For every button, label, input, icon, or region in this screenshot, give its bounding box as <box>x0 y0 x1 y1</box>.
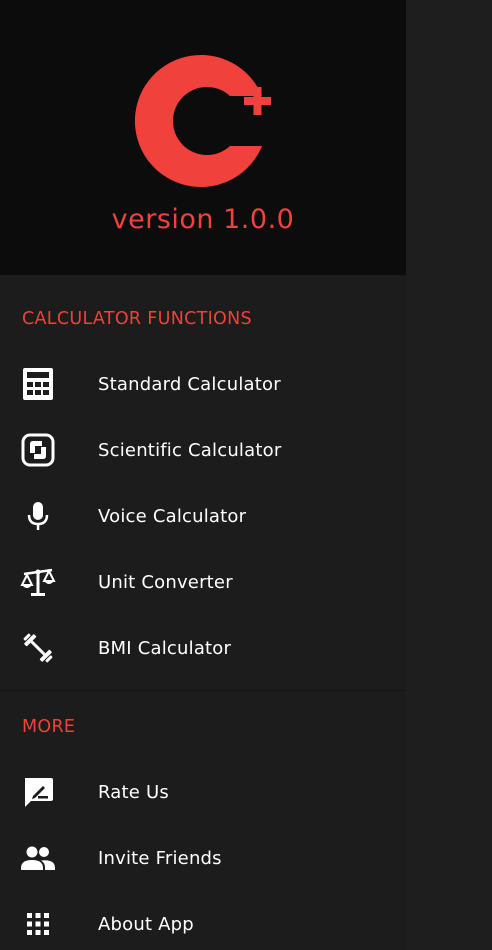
navigation-drawer: version 1.0.0 CALCULATOR FUNCTIONS Stand… <box>0 0 406 950</box>
menu-label: Voice Calculator <box>98 505 247 527</box>
scientific-icon <box>20 432 56 468</box>
drawer-header: version 1.0.0 <box>0 0 406 275</box>
menu-label: About App <box>98 913 194 935</box>
section-divider <box>0 690 406 691</box>
menu-label: Scientific Calculator <box>98 439 282 461</box>
menu-item-bmi-calculator[interactable]: BMI Calculator <box>0 615 406 681</box>
menu-item-unit-converter[interactable]: Unit Converter <box>0 549 406 615</box>
rate-review-icon <box>20 774 56 810</box>
menu-item-standard-calculator[interactable]: Standard Calculator <box>0 351 406 417</box>
menu-item-scientific-calculator[interactable]: Scientific Calculator <box>0 417 406 483</box>
calculator-icon <box>20 366 56 402</box>
people-icon <box>20 840 56 876</box>
section-title-calculator-functions: CALCULATOR FUNCTIONS <box>22 309 252 329</box>
scale-icon <box>20 564 56 600</box>
menu-label: Standard Calculator <box>98 373 281 395</box>
apps-grid-icon <box>20 906 56 942</box>
section-title-more: MORE <box>22 717 76 737</box>
menu-item-invite-friends[interactable]: Invite Friends <box>0 825 406 891</box>
app-version: version 1.0.0 <box>111 204 295 235</box>
dumbbell-icon <box>20 630 56 666</box>
screen: version 1.0.0 CALCULATOR FUNCTIONS Stand… <box>0 0 492 950</box>
menu-item-voice-calculator[interactable]: Voice Calculator <box>0 483 406 549</box>
menu-item-about-app[interactable]: About App <box>0 891 406 950</box>
menu-label: Rate Us <box>98 781 169 803</box>
menu-label: BMI Calculator <box>98 637 232 659</box>
menu-label: Unit Converter <box>98 571 233 593</box>
microphone-icon <box>20 498 56 534</box>
menu-label: Invite Friends <box>98 847 222 869</box>
menu-item-rate-us[interactable]: Rate Us <box>0 759 406 825</box>
scrim[interactable] <box>406 0 492 950</box>
app-logo-icon <box>134 55 271 187</box>
